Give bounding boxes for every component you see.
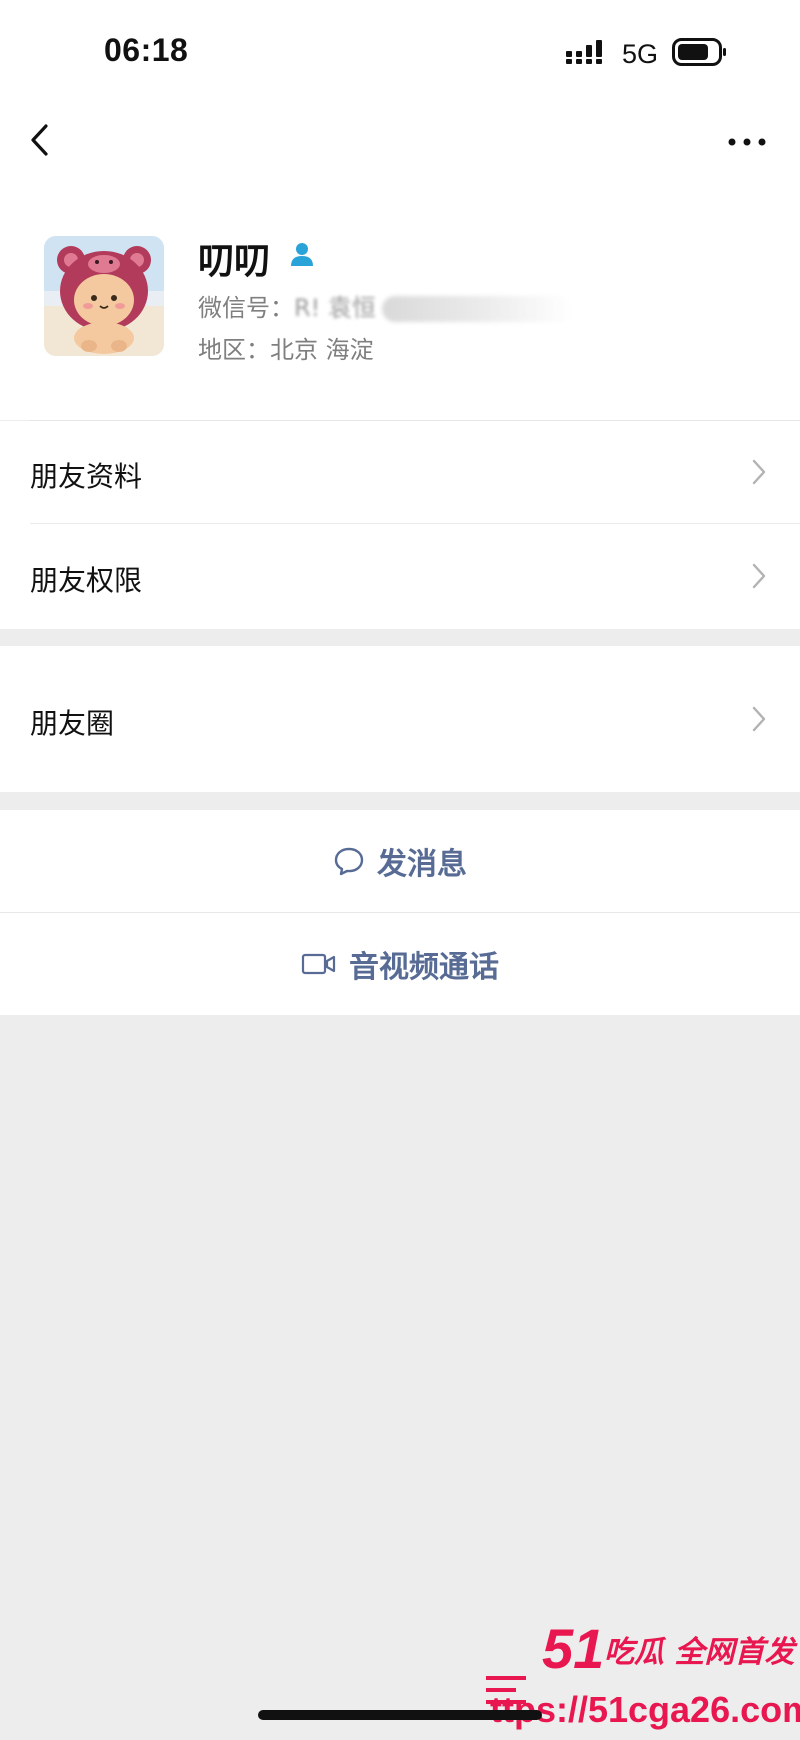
watermark-brand-number: 51 <box>542 1617 604 1680</box>
status-time: 06:18 <box>104 32 189 68</box>
bear-avatar-image <box>44 236 164 356</box>
network-type-label: 5G <box>622 39 659 69</box>
ellipsis-icon <box>728 138 766 146</box>
video-camera-icon <box>301 953 336 975</box>
friend-info-row[interactable]: 朋友资料 <box>0 421 800 524</box>
profile-header: 叨叨 微信号：R! 袁恒 地区：北京 海淀 <box>0 200 800 421</box>
signal-icon <box>566 40 610 68</box>
wechat-id-row: 微信号：R! 袁恒 <box>198 288 572 323</box>
navigation-bar <box>0 100 800 200</box>
watermark-brand-text: 吃瓜 全网首发 <box>604 1635 798 1670</box>
friend-info-label: 朋友资料 <box>30 460 143 493</box>
avatar[interactable] <box>44 236 164 356</box>
battery-icon <box>672 38 728 70</box>
wechat-id-value: R! 袁恒 <box>294 294 376 322</box>
region-value: 北京 海淀 <box>270 336 374 364</box>
video-call-label: 音视频通话 <box>349 950 499 985</box>
moments-label: 朋友圈 <box>30 707 115 740</box>
contact-name: 叨叨 <box>198 241 271 282</box>
back-button[interactable] <box>22 120 62 160</box>
person-icon <box>288 240 316 272</box>
send-message-button[interactable]: 发消息 <box>0 810 800 912</box>
region-row: 地区：北京 海淀 <box>198 330 374 365</box>
chevron-right-icon <box>752 563 766 589</box>
wechat-id-label: 微信号： <box>198 294 294 322</box>
friend-settings-section: 朋友资料 朋友权限 <box>0 421 800 629</box>
chat-bubble-icon <box>334 847 364 876</box>
send-message-label: 发消息 <box>377 847 467 882</box>
chevron-right-icon <box>752 459 766 485</box>
status-bar: 06:18 5G <box>0 0 800 100</box>
friend-permissions-label: 朋友权限 <box>30 564 143 597</box>
friend-permissions-row[interactable]: 朋友权限 <box>0 525 800 628</box>
wechat-id-redaction <box>381 296 572 322</box>
moments-section: 朋友圈 <box>0 646 800 792</box>
video-call-button[interactable]: 音视频通话 <box>0 913 800 1015</box>
region-label: 地区： <box>198 336 270 364</box>
divider <box>30 523 800 524</box>
home-indicator[interactable] <box>258 1710 542 1720</box>
chevron-right-icon <box>752 706 766 732</box>
moments-row[interactable]: 朋友圈 <box>0 646 800 792</box>
video-call-content: 音视频通话 <box>0 913 800 1015</box>
send-message-content: 发消息 <box>0 810 800 912</box>
more-options-button[interactable] <box>722 122 772 162</box>
chevron-left-icon <box>31 124 48 156</box>
watermark: 51 吃瓜 全网首发 ttps://51cga26.com <box>486 1616 800 1740</box>
